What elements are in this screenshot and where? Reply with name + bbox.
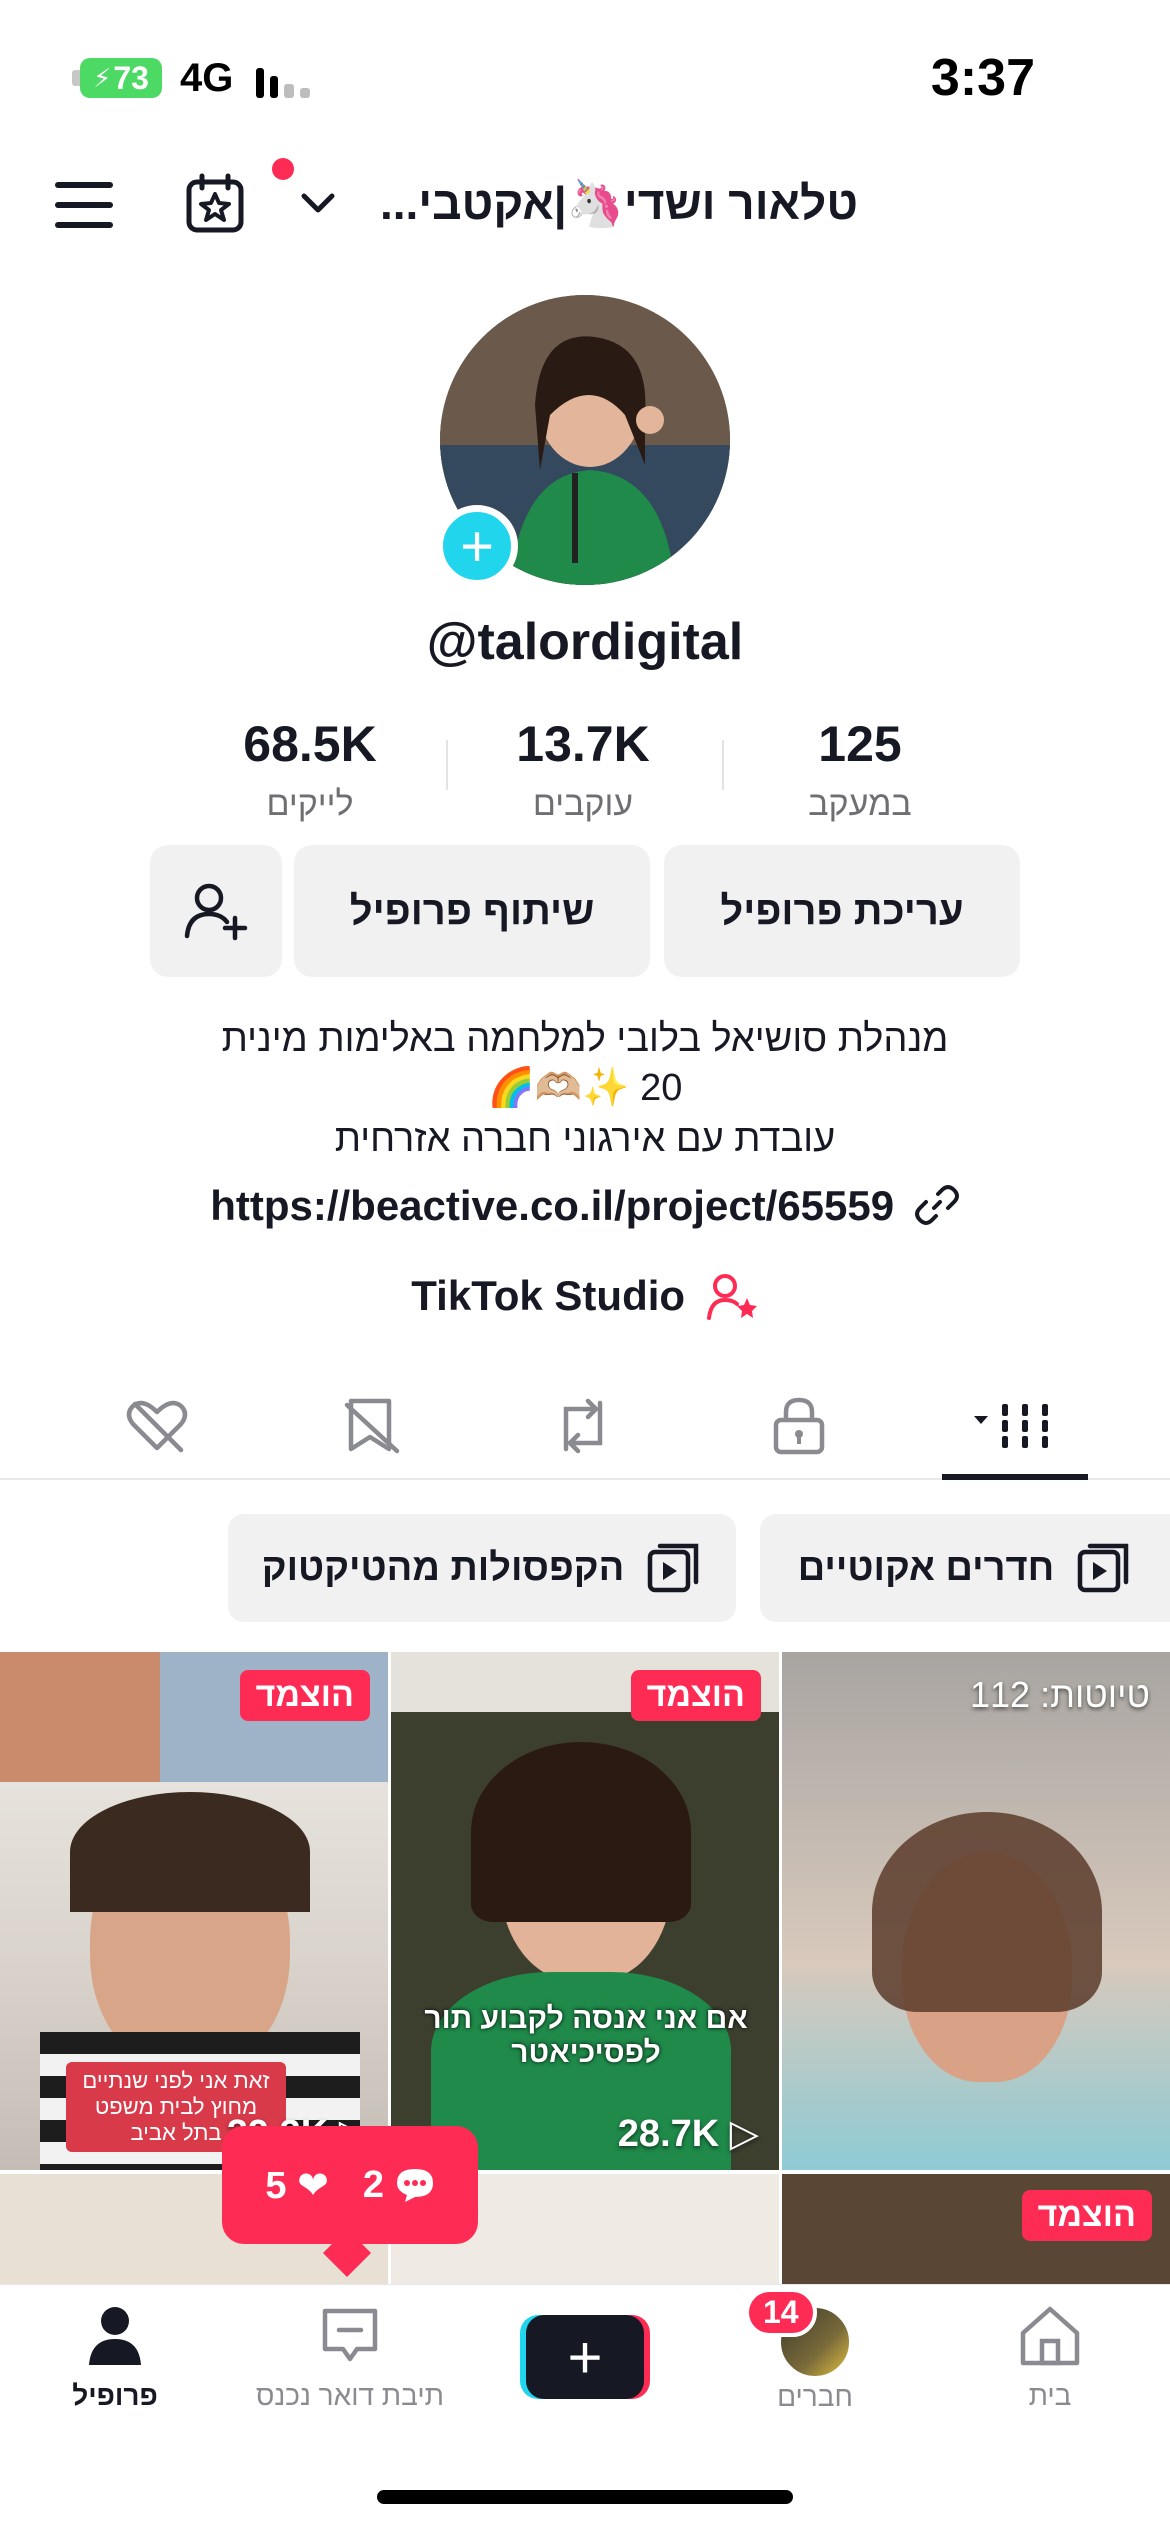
- nav-profile[interactable]: פרופיל: [20, 2305, 210, 2412]
- signal-icon: [256, 58, 310, 98]
- tiktok-studio-link[interactable]: TikTok Studio: [0, 1272, 1170, 1320]
- nav-friends-label: חברים: [777, 2381, 853, 2412]
- profile-header: טלאור ושדי🦄|אקטבי...: [0, 150, 1170, 270]
- content-tabs: [0, 1370, 1170, 1480]
- inbox-icon: [322, 2308, 378, 2362]
- active-tab-underline: [942, 1474, 1088, 1480]
- bio-line: 20 ✨🫶🏼🌈: [487, 1067, 683, 1109]
- playlist-icon: [648, 1543, 699, 1593]
- create-button[interactable]: +: [520, 2315, 650, 2399]
- likes-notification: 5 ❤: [265, 2163, 329, 2208]
- comments-notification: 2: [363, 2164, 435, 2207]
- bookmark-hidden-icon: [344, 1398, 400, 1454]
- comments-count: 2: [362, 2163, 385, 2206]
- stat-followers-label: עוקבים: [532, 785, 634, 823]
- stat-likes: 68.5K לייקים: [180, 715, 440, 824]
- likes-count: 5: [265, 2164, 287, 2207]
- username: @talordigital: [426, 613, 744, 671]
- studio-person-star-icon: [706, 1274, 757, 1320]
- profile-icon: [89, 2307, 141, 2365]
- battery-tip: [72, 70, 80, 86]
- menu-icon[interactable]: [55, 182, 113, 228]
- nav-home-label: בית: [1028, 2380, 1072, 2411]
- nav-profile-label: פרופיל: [72, 2380, 158, 2411]
- pinned-badge: הוצמד: [630, 1670, 761, 1721]
- battery-indicator: ⚡ 73: [80, 58, 162, 98]
- notification-dot: [272, 158, 294, 180]
- stat-divider: [722, 740, 724, 790]
- stat-following[interactable]: 125 במעקב: [730, 715, 990, 824]
- battery-level: 73: [113, 59, 149, 96]
- pinned-badge: הוצמד: [239, 1670, 370, 1721]
- thumbnail-image: [70, 1792, 310, 1912]
- playlist-chip[interactable]: הקפסולות מהטיקטוק: [228, 1514, 736, 1622]
- thumbnail-image: [0, 1652, 160, 1782]
- video-thumbnail[interactable]: הוצמד: [782, 2174, 1170, 2284]
- add-friend-button[interactable]: [150, 845, 282, 977]
- add-avatar-button[interactable]: +: [436, 505, 518, 587]
- friends-badge: 14: [745, 2288, 817, 2337]
- stat-likes-value: 68.5K: [243, 716, 377, 772]
- home-icon: [1020, 2306, 1080, 2366]
- nav-inbox[interactable]: תיבת דואר נכנס: [255, 2305, 445, 2412]
- stat-following-value: 125: [818, 716, 902, 772]
- link-icon: [914, 1185, 959, 1225]
- drafts-thumbnail[interactable]: טיוטות: 112: [782, 1652, 1170, 2170]
- add-friend-icon: [184, 883, 248, 941]
- account-name[interactable]: טלאור ושדי🦄|אקטבי...: [380, 176, 858, 231]
- bio-link-text[interactable]: https://beactive.co.il/project/65559: [210, 1182, 894, 1229]
- nav-inbox-label: תיבת דואר נכנס: [256, 2380, 444, 2411]
- stat-followers-value: 13.7K: [516, 716, 650, 772]
- video-grid: זאת אני לפני שנתיים מחוץ לבית משפט בתל א…: [0, 1652, 1170, 2284]
- heart-hidden-icon: [126, 1400, 188, 1453]
- network-type: 4G: [180, 56, 234, 100]
- video-caption: אם אני אנסה לקבוע תור לפסיכיאטר: [424, 2002, 748, 2069]
- nav-home[interactable]: בית: [955, 2305, 1145, 2412]
- pinned-badge: הוצמד: [1021, 2190, 1152, 2241]
- comment-icon: [396, 2168, 433, 2202]
- heart-icon: ❤: [297, 2164, 329, 2207]
- thumbnail-image: [471, 1742, 691, 1922]
- status-bar: ⚡ 73 4G 3:37: [0, 0, 1170, 150]
- tiktok-studio-label[interactable]: TikTok Studio: [411, 1272, 685, 1319]
- bio-link[interactable]: https://beactive.co.il/project/65559: [0, 1182, 1170, 1230]
- home-indicator: [377, 2490, 793, 2504]
- play-icon: ▷: [729, 2113, 759, 2155]
- stat-following-label: במעקב: [808, 785, 912, 823]
- bio-line: מנהלת סושיאל בלובי למלחמה באלימות מינית: [221, 1018, 949, 1060]
- video-thumbnail[interactable]: אם אני אנסה לקבוע תור לפסיכיאטר הוצמד 28…: [391, 1652, 779, 2170]
- tab-private[interactable]: [754, 1386, 844, 1466]
- edit-profile-button[interactable]: עריכת פרופיל: [664, 845, 1020, 977]
- tab-reposts[interactable]: [538, 1386, 628, 1466]
- playlist-chip[interactable]: חדרים אקוטיים: [760, 1514, 1170, 1622]
- tab-videos[interactable]: [950, 1386, 1080, 1466]
- videos-grid-icon: [974, 1404, 1048, 1448]
- calendar-star-icon[interactable]: [184, 172, 246, 234]
- battery-bolt-icon: ⚡: [93, 62, 112, 93]
- repost-icon: [563, 1398, 603, 1454]
- stat-likes-label: לייקים: [266, 785, 354, 823]
- playlist-label: חדרים אקוטיים: [797, 1546, 1055, 1589]
- bio-line: עובדת עם אירגוני חברה אזרחית: [334, 1118, 836, 1160]
- playlist-label: הקפסולות מהטיקטוק: [261, 1546, 625, 1589]
- view-count-value: 28.7K: [617, 2113, 720, 2155]
- stat-divider: [446, 740, 448, 790]
- activity-popup[interactable]: 5 ❤ 2: [222, 2126, 478, 2244]
- stat-followers[interactable]: 13.7K עוקבים: [453, 715, 713, 824]
- thumbnail-image: [872, 1812, 1102, 2012]
- lock-icon: [773, 1397, 825, 1455]
- video-thumbnail[interactable]: זאת אני לפני שנתיים מחוץ לבית משפט בתל א…: [0, 1652, 388, 2170]
- tab-liked-hidden[interactable]: [112, 1386, 202, 1466]
- share-profile-button[interactable]: שיתוף פרופיל: [294, 845, 650, 977]
- drafts-count: טיוטות: 112: [969, 1674, 1150, 1715]
- tab-saved-hidden[interactable]: [326, 1386, 416, 1466]
- status-time: 3:37: [930, 49, 1035, 107]
- plus-icon: +: [526, 2315, 644, 2399]
- chevron-down-icon[interactable]: [298, 188, 338, 218]
- playlist-icon: [1077, 1543, 1129, 1593]
